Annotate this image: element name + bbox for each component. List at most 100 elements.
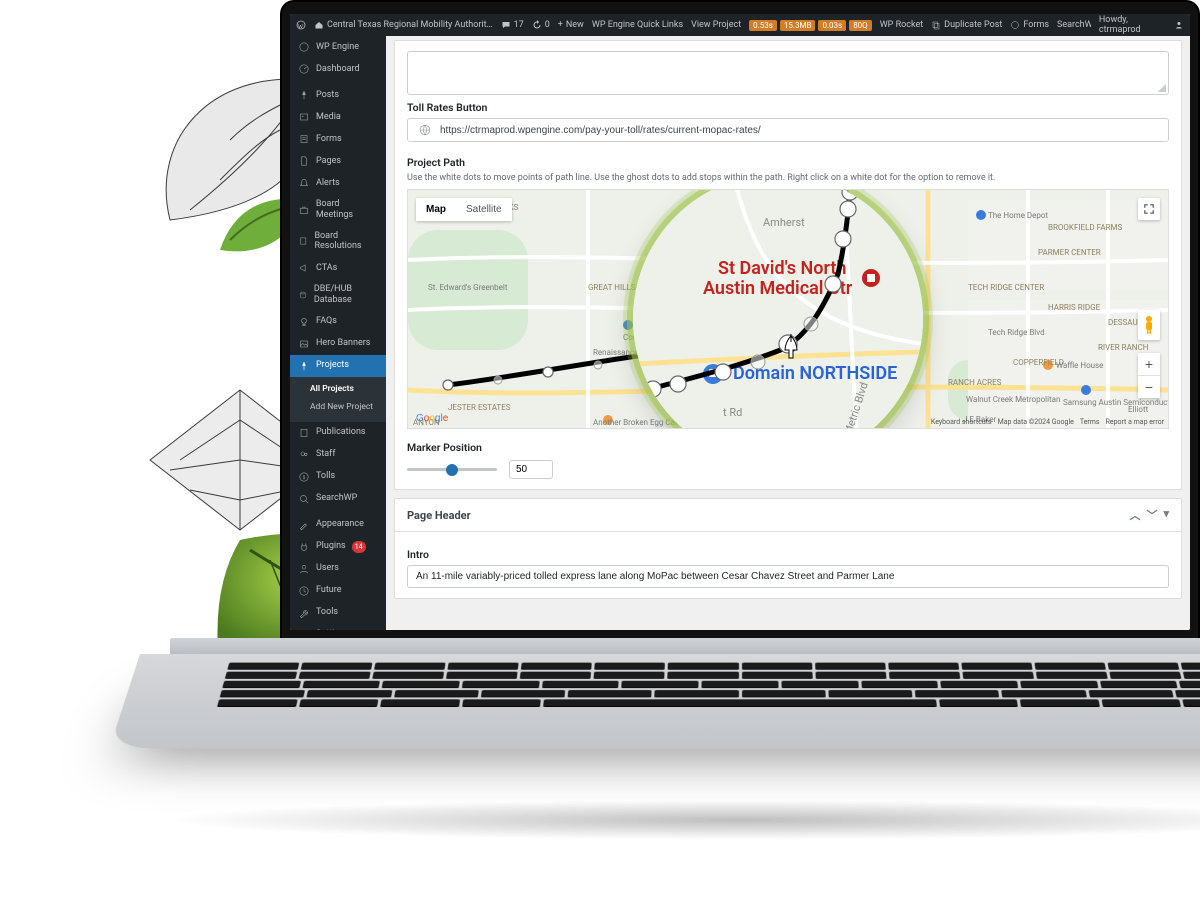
sidebar-item-faqs[interactable]: FAQs (290, 311, 386, 333)
svg-text:TECH RIDGE CENTER: TECH RIDGE CENTER (968, 283, 1044, 292)
map-fullscreen-button[interactable] (1138, 198, 1160, 220)
sidebar-item-dbe-hub-database[interactable]: DBE/HUB Database (290, 279, 386, 311)
sidebar-item-wp-engine[interactable]: WP Engine (290, 36, 386, 58)
svg-text:BROOKFIELD FARMS: BROOKFIELD FARMS (1048, 223, 1123, 232)
sidebar-item-staff[interactable]: Staff (290, 444, 386, 466)
sidebar-item-future[interactable]: Future (290, 580, 386, 602)
toll-rates-input-wrap (407, 118, 1169, 142)
sidebar-item-forms[interactable]: Forms (290, 128, 386, 150)
laptop-keyboard (177, 660, 1200, 703)
toll-rates-input[interactable] (440, 125, 1160, 136)
svg-text:JESTER ESTATES: JESTER ESTATES (448, 403, 511, 412)
map-zoom-in[interactable]: + (1138, 353, 1160, 375)
laptop-screen: Central Texas Regional Mobility Authorit… (290, 14, 1190, 630)
wp-logo-icon[interactable] (296, 20, 306, 30)
sidebar-item-ctas[interactable]: CTAs (290, 257, 386, 279)
svg-text:Elliott: Elliott (1128, 405, 1149, 414)
sidebar-item-searchwp[interactable]: SearchWP (290, 488, 386, 510)
wp-admin-bar[interactable]: Central Texas Regional Mobility Authorit… (290, 14, 1190, 36)
svg-text:RANCH ACRES: RANCH ACRES (948, 378, 1002, 387)
sidebar-item-board-resolutions[interactable]: Board Resolutions (290, 226, 386, 258)
sidebar-item-settings[interactable]: Settings (290, 624, 386, 630)
sidebar-item-hero-banners[interactable]: Hero Banners (290, 333, 386, 355)
svg-text:Tech Ridge Blvd: Tech Ridge Blvd (988, 328, 1045, 337)
marker-position-label: Marker Position (407, 441, 1169, 454)
intro-input[interactable] (407, 565, 1169, 588)
sidebar-item-pages[interactable]: Pages (290, 150, 386, 172)
project-path-label: Project Path (407, 156, 1169, 169)
submenu-add-project[interactable]: Add New Project (290, 398, 386, 416)
sidebar-item-tools[interactable]: Tools (290, 602, 386, 624)
textarea-prev-field[interactable] (407, 51, 1169, 95)
globe-icon (416, 124, 434, 136)
view-project[interactable]: View Project (691, 20, 741, 30)
svg-text:Walnut Creek Metropolitan: Walnut Creek Metropolitan (966, 395, 1060, 404)
query-monitor[interactable]: 0.53s15.3MB0.03s80Q (749, 20, 872, 31)
map-footer: Keyboard shortcuts Map data ©2024 Google… (931, 418, 1164, 426)
map-type-control[interactable]: Map Satellite (416, 198, 512, 221)
project-settings-panel: Toll Rates Button Project Path Use the w… (394, 40, 1182, 490)
sidebar-item-posts[interactable]: Posts (290, 84, 386, 106)
svg-text:PARMER CENTER: PARMER CENTER (1038, 248, 1101, 257)
sidebar-item-alerts[interactable]: Alerts (290, 172, 386, 194)
sidebar-item-board-meetings[interactable]: Board Meetings (290, 194, 386, 226)
svg-text:DESSAU: DESSAU (1108, 318, 1138, 327)
submenu-all-projects[interactable]: All Projects (290, 380, 386, 398)
updates-count[interactable]: 0 (532, 20, 550, 30)
map-zoom-control[interactable]: + − (1138, 353, 1160, 398)
new-content[interactable]: + New (558, 20, 584, 30)
map-type-satellite[interactable]: Satellite (456, 198, 512, 221)
searchwp-link[interactable]: SearchWP (1057, 20, 1091, 30)
intro-label: Intro (407, 548, 1169, 561)
panel-toggle-icon[interactable]: ▾ (1163, 507, 1169, 523)
wp-rocket[interactable]: WP Rocket (880, 20, 923, 30)
project-path-map[interactable]: Map Satellite + − Google Keyboar (407, 189, 1169, 429)
sidebar-item-dashboard[interactable]: Dashboard (290, 58, 386, 80)
duplicate-post[interactable]: Duplicate Post (931, 20, 1002, 30)
svg-text:t Rd: t Rd (723, 406, 742, 419)
svg-text:GREAT HILLS: GREAT HILLS (588, 283, 636, 292)
svg-text:St. Edward's Greenbelt: St. Edward's Greenbelt (428, 283, 508, 292)
laptop-shadow (160, 800, 1200, 840)
svg-text:Another Broken Egg Cafe: Another Broken Egg Cafe (593, 418, 682, 427)
marker-position-value[interactable] (509, 460, 553, 479)
map-pegman[interactable] (1138, 310, 1160, 340)
sidebar-item-publications[interactable]: Publications (290, 422, 386, 444)
project-path-help: Use the white dots to move points of pat… (407, 173, 1169, 183)
sidebar-item-tolls[interactable]: $Tolls (290, 466, 386, 488)
svg-text:St David's North: St David's North (718, 258, 846, 279)
map-kb-shortcuts[interactable]: Keyboard shortcuts (931, 418, 992, 426)
svg-text:Amherst: Amherst (763, 216, 805, 229)
comments-count[interactable]: 17 (501, 20, 524, 30)
laptop-mockup: Central Texas Regional Mobility Authorit… (280, 0, 1200, 900)
wp-content-area: Toll Rates Button Project Path Use the w… (386, 36, 1190, 630)
map-terms[interactable]: Terms (1080, 418, 1100, 426)
page-header-panel: Page Header ︿ ﹀ ▾ Intro (394, 498, 1182, 599)
site-name[interactable]: Central Texas Regional Mobility Authorit… (314, 20, 493, 30)
wpengine-quicklinks[interactable]: WP Engine Quick Links (592, 20, 683, 30)
sidebar-item-appearance[interactable]: Appearance (290, 514, 386, 536)
forms-link[interactable]: Forms (1010, 20, 1049, 30)
map-data-attr: Map data ©2024 Google (998, 418, 1074, 426)
svg-text:Samsung Austin Semiconductor: Samsung Austin Semiconductor (1063, 398, 1168, 407)
wp-admin-sidebar[interactable]: WP EngineDashboardPostsMediaFormsPagesAl… (290, 36, 386, 630)
svg-text:The Home Depot: The Home Depot (988, 211, 1048, 220)
panel-move-up-icon[interactable]: ︿ (1129, 507, 1140, 523)
svg-text:Waffle House: Waffle House (1056, 361, 1103, 370)
wp-admin: Central Texas Regional Mobility Authorit… (290, 14, 1190, 630)
page-header-title: Page Header (407, 509, 471, 522)
sidebar-item-media[interactable]: Media (290, 106, 386, 128)
google-logo: Google (416, 413, 448, 424)
map-type-map[interactable]: Map (416, 198, 456, 221)
svg-text:HARRIS RIDGE: HARRIS RIDGE (1048, 303, 1101, 312)
map-zoom-out[interactable]: − (1138, 376, 1160, 398)
panel-move-down-icon[interactable]: ﹀ (1146, 507, 1157, 523)
marker-position-slider[interactable] (407, 468, 497, 471)
map-report[interactable]: Report a map error (1106, 418, 1164, 426)
sidebar-item-plugins[interactable]: Plugins 14 (290, 536, 386, 558)
sidebar-item-users[interactable]: Users (290, 558, 386, 580)
sidebar-item-projects[interactable]: Projects (290, 355, 386, 377)
toll-rates-label: Toll Rates Button (407, 101, 1169, 114)
howdy-user[interactable]: Howdy, ctrmaprod (1099, 15, 1184, 35)
svg-text:$: $ (303, 474, 306, 481)
